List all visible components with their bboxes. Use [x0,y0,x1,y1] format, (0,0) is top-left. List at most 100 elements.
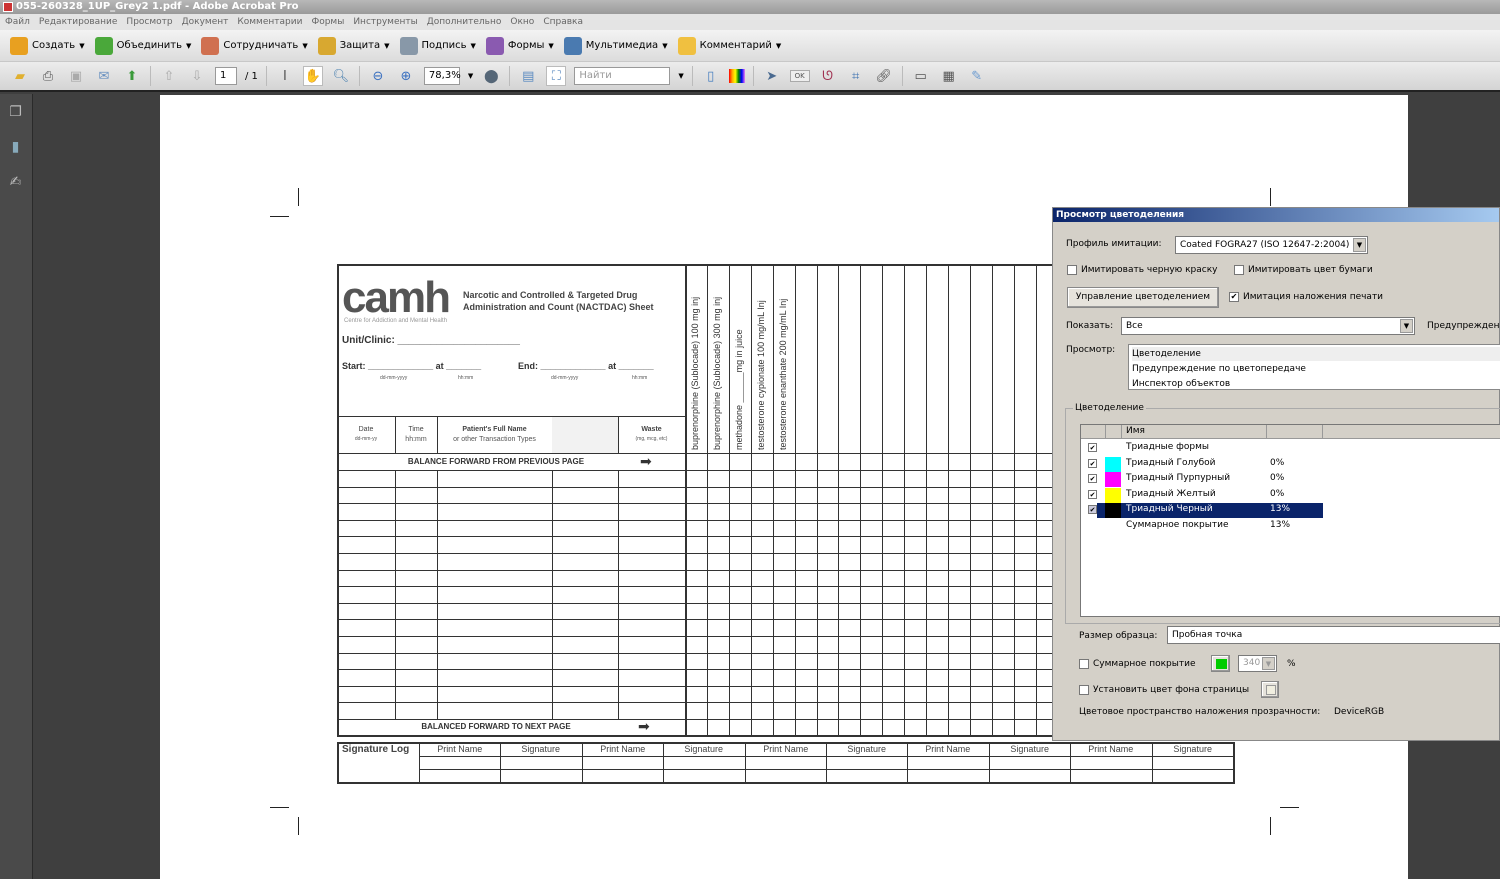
page-bg-checkbox[interactable] [1079,685,1089,695]
upload-icon[interactable]: ⬆ [122,66,142,86]
separation-row[interactable]: ✔ Триадный Черный 13% [1088,503,1323,518]
column-subheader: or other Transaction Types [453,436,536,443]
menu-item[interactable]: Редактирование [39,14,118,30]
menu-item[interactable]: Справка [543,14,583,30]
ink-icon[interactable]: ⬤ [481,66,501,86]
chevron-down-icon: ▼ [186,41,192,50]
separations-table: Имя ✔ Триадные формы ✔ Триадный Голубой 0% ✔ Т… [1080,424,1500,617]
separation-checkbox[interactable]: ✔ [1088,474,1097,483]
preview-option[interactable]: Предупреждение по цветопередаче [1132,362,1500,376]
page-number-input[interactable]: 1 [215,67,237,85]
menu-item[interactable]: Формы [311,14,344,30]
email-icon[interactable]: ✉ [94,66,114,86]
search-input[interactable]: Найти [574,67,671,85]
menu-item[interactable]: Просмотр [126,14,172,30]
toolbar-button-comment[interactable]: Комментарий ▼ [677,36,781,55]
edit-form-icon[interactable]: ✎ [967,66,987,86]
zoom-level-input[interactable]: 78,3% [423,67,461,85]
total-coverage-checkbox[interactable] [1079,659,1089,669]
separation-row[interactable]: Суммарное покрытие 13% [1097,519,1323,534]
separation-row[interactable]: ✔ Триадный Желтый 0% [1088,487,1323,503]
separation-name: Триадный Черный [1126,504,1213,514]
next-page-icon[interactable]: ⇩ [187,66,207,86]
separation-name: Триадные формы [1126,442,1209,452]
column-line [817,264,818,737]
separation-row[interactable]: ✔ Триадный Голубой 0% [1088,456,1323,472]
output-preview-icon[interactable] [728,69,745,83]
pen-icon [399,36,418,55]
fit-width-icon[interactable]: ▤ [518,66,538,86]
preview-option[interactable]: Цветоделение [1132,347,1500,361]
preview-list[interactable]: Цветоделение Предупреждение по цветоперед… [1128,344,1500,390]
zoom-out-icon[interactable]: ⊖ [368,66,388,86]
show-select[interactable]: Все ▼ [1121,317,1415,335]
number-pages-icon[interactable]: ▦ [939,66,959,86]
zoom-in-icon[interactable]: ⊕ [396,66,416,86]
crop-marks-icon[interactable]: ▯ [701,66,721,86]
sample-size-select[interactable]: Пробная точка [1167,626,1500,644]
previous-page-icon[interactable]: ⇧ [159,66,179,86]
simulate-paper-checkbox[interactable] [1234,265,1244,275]
search-dropdown-icon[interactable]: ▼ [678,72,683,80]
toolbar-button-lock[interactable]: Защита ▼ [317,36,390,55]
signatures-icon[interactable]: ✍ [7,174,24,191]
toolbar-button-create-pdf[interactable]: Создать ▼ [10,36,85,55]
separation-row[interactable]: ✔ Триадный Пурпурный 0% [1088,472,1323,487]
menu-item[interactable]: Документ [182,14,229,30]
table-line [395,416,396,453]
hand-tool-icon[interactable]: ✋ [302,66,323,86]
fit-page-icon[interactable]: ⛶ [546,66,567,86]
zoom-dropdown-icon[interactable]: ▼ [468,72,473,80]
separator [901,66,903,86]
simulate-overprint-checkbox[interactable]: ✔ [1229,292,1239,302]
coverage-value-input[interactable]: 340 ▼ [1238,655,1277,672]
bookmarks-icon[interactable]: ▮ [7,139,24,156]
separation-checkbox[interactable]: ✔ [1088,443,1097,452]
separation-value: 13% [1270,504,1291,514]
separation-checkbox[interactable]: ✔ [1088,489,1097,499]
menu-item[interactable]: Дополнительно [427,14,502,30]
page-bg-color-button[interactable] [1261,681,1279,698]
toolbar-button-forms[interactable]: Формы ▼ [485,36,554,55]
print-icon[interactable]: ⎙ [38,66,58,86]
link-icon[interactable]: 🔗︎ [874,66,894,86]
chevron-down-icon: ▼ [79,41,85,50]
separation-row[interactable]: ✔ Триадные формы [1088,441,1323,456]
zoom-tool-icon[interactable]: 🔍︎ [331,66,351,86]
button-label: Формы [507,40,545,51]
text-select-icon[interactable]: I [275,66,295,86]
toolbar-button-pen[interactable]: Подпись ▼ [399,36,476,55]
toolbar-button-combine[interactable]: Объединить ▼ [94,36,192,55]
manage-separations-button[interactable]: Управление цветоделением [1067,287,1219,308]
separation-value: 0% [1270,457,1285,468]
pages-icon[interactable]: ❐ [7,104,24,121]
color-swatch [1105,503,1121,518]
menu-item[interactable]: Инструменты [353,14,417,30]
ok-button[interactable]: OK [789,70,810,82]
open-folder-icon[interactable]: ▰ [10,66,30,86]
table-line [337,264,339,737]
toolbar-button-collaborate[interactable]: Сотрудничать ▼ [201,36,308,55]
select-object-icon[interactable]: ➤ [762,66,782,86]
comment-icon [677,36,696,55]
profile-select[interactable]: Coated FOGRA27 (ISO 12647-2:2004) ▼ [1175,236,1368,254]
coverage-color-button[interactable] [1211,655,1230,672]
toolbar-button-multimedia[interactable]: Мультимедиа ▼ [563,36,668,55]
simulate-paper-label: Имитировать цвет бумаги [1248,265,1373,275]
column-subheader: hh:mm [405,436,427,443]
preview-option[interactable]: Инспектор объектов [1132,377,1500,391]
save-icon[interactable]: ▣ [66,66,86,86]
text-field-icon[interactable]: ▭ [911,66,931,86]
menu-item[interactable]: Окно [510,14,534,30]
table-line [552,470,553,719]
separation-checkbox[interactable]: ✔ [1088,458,1097,468]
menu-item[interactable]: Файл [5,14,30,30]
preflight-icon[interactable]: ᘎ [818,66,838,86]
navigation-panel: ❐ ▮ ✍ [0,94,33,879]
separation-checkbox[interactable]: ✔ [1088,505,1097,514]
profile-value: Coated FOGRA27 (ISO 12647-2:2004) [1180,240,1350,250]
signature-header: Signature [847,744,886,754]
menu-item[interactable]: Комментарии [237,14,302,30]
crop-icon[interactable]: ⌗ [846,66,866,86]
simulate-black-checkbox[interactable] [1067,265,1077,275]
